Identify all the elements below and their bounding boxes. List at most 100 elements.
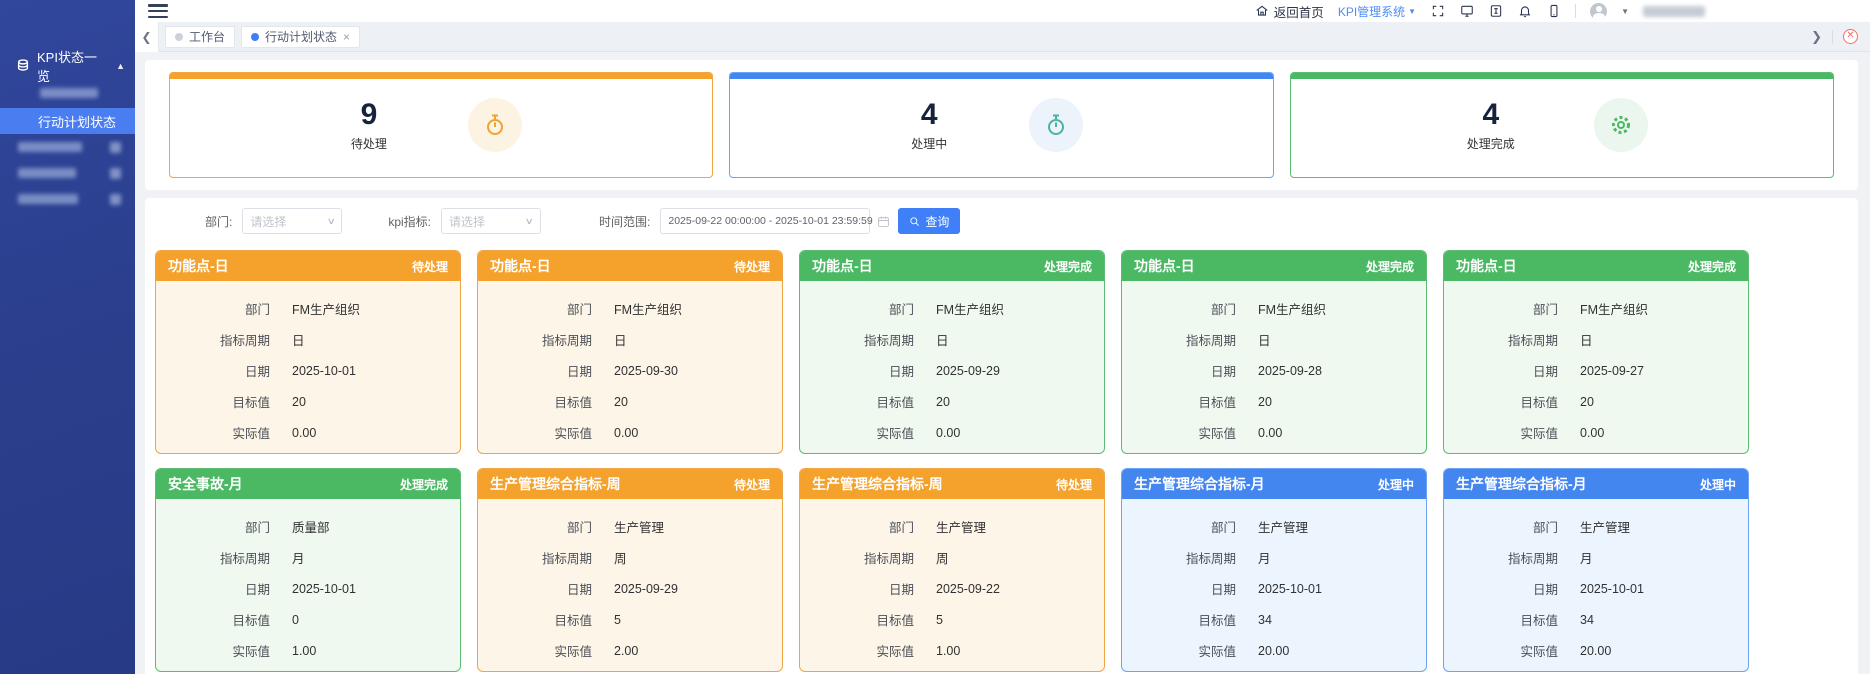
sidebar-item-blurred[interactable] — [0, 160, 135, 186]
kpi-field-row: 实际值1.00 — [174, 635, 442, 666]
field-label: 指标周期 — [818, 330, 914, 349]
system-select[interactable]: KPI管理系统 ▼ — [1338, 3, 1416, 20]
menu-icon[interactable] — [148, 4, 168, 18]
kpi-card-title: 功能点-日 — [1456, 256, 1517, 276]
field-value: 34 — [1580, 613, 1730, 627]
kpi-filter-label: kpi指标: — [388, 213, 431, 230]
kpi-field-row: 部门FM生产组织 — [818, 293, 1086, 324]
field-value: 20 — [1580, 395, 1730, 409]
sidebar-group-kpi-status[interactable]: KPI状态一览 ▲ — [0, 52, 135, 80]
kpi-card-status-badge: 处理完成 — [1366, 258, 1414, 275]
field-value: 0.00 — [936, 426, 1086, 440]
dept-filter-label: 部门: — [205, 213, 232, 230]
sidebar-item-blurred[interactable] — [0, 134, 135, 160]
field-label: 指标周期 — [496, 330, 592, 349]
field-value: 生产管理 — [936, 517, 1086, 536]
kpi-select-placeholder: 请选择 — [449, 213, 485, 230]
kpi-overview-icon — [16, 58, 30, 75]
search-button[interactable]: 查询 — [898, 208, 960, 234]
card-top-strip — [170, 73, 712, 79]
kpi-card-status-badge: 处理中 — [1700, 476, 1736, 493]
field-label: 日期 — [1462, 361, 1558, 380]
kpi-card-status-badge: 处理中 — [1378, 476, 1414, 493]
kpi-field-row: 日期 2025-09-29 — [496, 573, 764, 604]
card-top-strip — [730, 73, 1272, 79]
kpi-field-row: 部门 FM生产组织 — [496, 293, 764, 324]
kpi-field-row: 日期2025-10-01 — [174, 355, 442, 386]
tab-action-plan-status[interactable]: 行动计划状态 × — [241, 26, 360, 48]
summary-card-completed: 4 处理完成 — [1290, 72, 1834, 178]
monitor-icon[interactable] — [1459, 4, 1474, 19]
field-label: 日期 — [1140, 579, 1236, 598]
field-label: 部门 — [496, 299, 592, 318]
chevron-down-icon: ▼ — [1621, 7, 1629, 16]
fullscreen-icon[interactable] — [1430, 4, 1445, 19]
field-value: 5 — [614, 613, 764, 627]
field-value: 20 — [936, 395, 1086, 409]
blurred-label — [18, 142, 82, 152]
kpi-field-row: 部门FM生产组织 — [1462, 293, 1730, 324]
kpi-select[interactable]: 请选择 ∨ — [441, 208, 541, 234]
phone-icon[interactable] — [1546, 4, 1561, 19]
kpi-card-title: 安全事故-月 — [168, 474, 243, 494]
kpi-card: 生产管理综合指标-月 处理中 部门生产管理指标周期月日期2025-10-01目标… — [1443, 468, 1749, 672]
kpi-field-row: 目标值20 — [818, 386, 1086, 417]
avatar[interactable] — [1590, 3, 1607, 20]
kpi-field-row: 部门生产管理 — [1140, 511, 1408, 542]
sidebar-item-action-plan-status[interactable]: 行动计划状态 — [0, 108, 135, 134]
chevron-left-icon[interactable]: ❮ — [135, 22, 159, 52]
field-value: FM生产组织 — [614, 299, 764, 318]
kpi-field-row: 指标周期日 — [174, 324, 442, 355]
field-label: 目标值 — [1462, 392, 1558, 411]
close-icon[interactable]: × — [343, 31, 350, 43]
kpi-field-row: 指标周期日 — [1140, 324, 1408, 355]
kpi-field-row: 日期2025-09-30 — [496, 355, 764, 386]
stopwatch-icon — [468, 98, 522, 152]
field-label: 目标值 — [496, 392, 592, 411]
dept-select[interactable]: 请选择 ∨ — [242, 208, 342, 234]
kpi-card-body: 部门FM生产组织指标周期日日期2025-09-30目标值20实际值0.00 — [478, 281, 782, 448]
kpi-field-row: 目标值34 — [1462, 604, 1730, 635]
app-icon[interactable] — [1488, 4, 1503, 19]
bell-icon[interactable] — [1517, 4, 1532, 19]
kpi-card-header: 生产管理综合指标-周 待处理 — [800, 469, 1104, 499]
close-all-tabs-icon[interactable]: ✕ — [1843, 29, 1858, 44]
kpi-card-status-badge: 处理完成 — [400, 476, 448, 493]
field-value: 2025-09-28 — [1258, 364, 1408, 378]
kpi-field-row: 目标值 5 — [496, 604, 764, 635]
field-value: 2025-09-29 — [614, 582, 764, 596]
field-label: 实际值 — [496, 641, 592, 660]
summary-label: 待处理 — [351, 135, 387, 152]
kpi-card-status-badge: 待处理 — [1056, 476, 1092, 493]
field-label: 目标值 — [174, 392, 270, 411]
field-label: 目标值 — [496, 610, 592, 629]
field-label: 日期 — [496, 361, 592, 380]
field-label: 日期 — [1462, 579, 1558, 598]
back-to-home-link[interactable]: 返回首页 — [1255, 2, 1324, 21]
back-to-home-label: 返回首页 — [1274, 2, 1324, 21]
field-label: 日期 — [496, 579, 592, 598]
kpi-field-row: 日期2025-09-22 — [818, 573, 1086, 604]
kpi-card-header: 生产管理综合指标-月 处理中 — [1444, 469, 1748, 499]
tab-label: 工作台 — [189, 28, 225, 45]
tab-workbench[interactable]: 工作台 — [165, 26, 235, 48]
field-value: 生产管理 — [1258, 517, 1408, 536]
field-value: FM生产组织 — [1580, 299, 1730, 318]
field-value: 0.00 — [292, 426, 442, 440]
username-blurred[interactable] — [1643, 6, 1705, 17]
sidebar-item-blurred[interactable] — [0, 186, 135, 212]
kpi-card-title: 生产管理综合指标-月 — [1456, 474, 1587, 494]
blurred-label — [40, 88, 98, 98]
date-range-value: 2025-09-22 00:00:00 - 2025-10-01 23:59:5… — [668, 215, 872, 227]
chevron-right-icon[interactable]: ❯ — [1811, 29, 1822, 45]
kpi-field-row: 目标值 20 — [1462, 386, 1730, 417]
kpi-card-header: 功能点-日 处理完成 — [1122, 251, 1426, 281]
kpi-card-header: 生产管理综合指标-周 待处理 — [478, 469, 782, 499]
field-label: 部门 — [174, 299, 270, 318]
field-value: FM生产组织 — [1258, 299, 1408, 318]
date-range-input[interactable]: 2025-09-22 00:00:00 - 2025-10-01 23:59:5… — [660, 208, 870, 234]
field-label: 目标值 — [174, 610, 270, 629]
field-label: 日期 — [818, 361, 914, 380]
range-filter-label: 时间范围: — [599, 213, 650, 230]
field-value: 20 — [1258, 395, 1408, 409]
